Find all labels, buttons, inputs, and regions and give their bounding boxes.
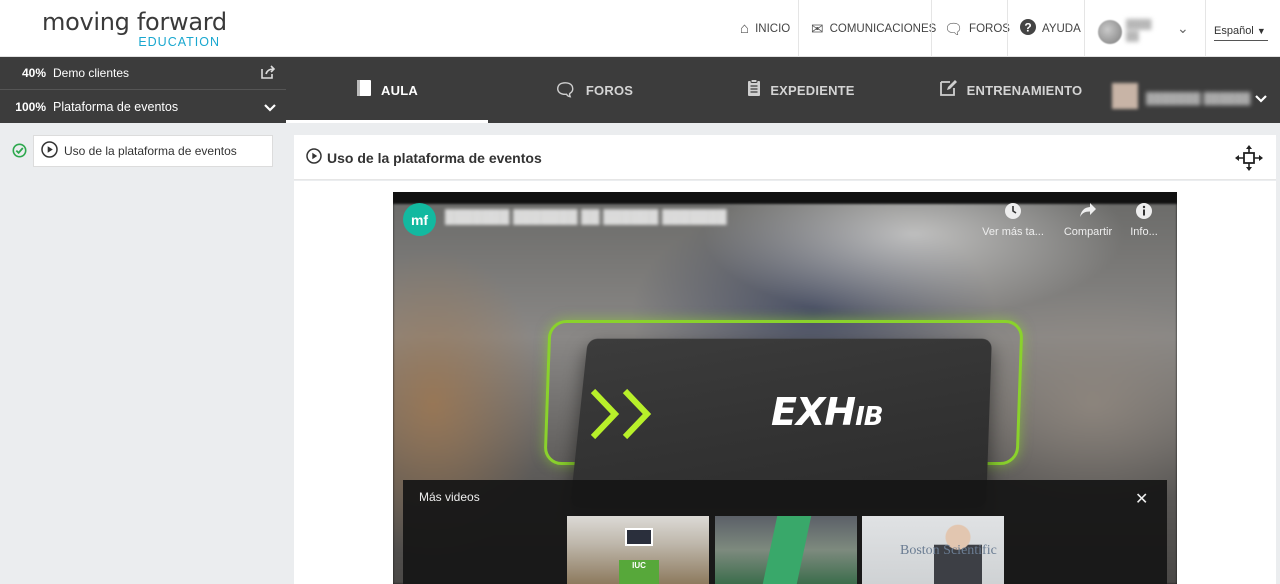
chevron-down-icon[interactable] bbox=[264, 99, 276, 115]
more-videos-panel: Más videos ✕ IUC Boston Scientific bbox=[403, 480, 1167, 584]
exhib-brand-text: EXHIB bbox=[771, 390, 884, 434]
thumbnail-screen bbox=[625, 528, 653, 546]
tab-entrenamiento[interactable]: ENTRENAMIENTO bbox=[906, 57, 1116, 123]
video-thumbnail[interactable] bbox=[715, 516, 857, 584]
language-value: Español bbox=[1214, 25, 1254, 37]
channel-logo[interactable]: mf bbox=[403, 203, 436, 236]
info-button[interactable]: Info... bbox=[1109, 202, 1177, 238]
lesson-item[interactable]: Uso de la plataforma de eventos bbox=[33, 135, 273, 167]
play-circle-icon bbox=[306, 148, 322, 167]
thumbnail-lane bbox=[762, 516, 812, 584]
edit-icon bbox=[939, 79, 958, 101]
course-tabs: AULA 🗨 FOROS EXPEDIENTE ENTRENAMIENTO ██… bbox=[286, 57, 1280, 123]
logo-main-text: moving forward bbox=[42, 8, 227, 36]
language-selector[interactable]: Español ▼ bbox=[1205, 0, 1280, 57]
clipboard-icon bbox=[747, 78, 761, 102]
nav-foros-label: FOROS bbox=[969, 22, 1010, 35]
progress-label: Demo clientes bbox=[53, 66, 130, 80]
nav-inicio[interactable]: ⌂ INICIO bbox=[728, 0, 802, 57]
content-header: Uso de la plataforma de eventos bbox=[294, 135, 1276, 180]
nav-comunicaciones-label: COMUNICACIONES bbox=[829, 22, 937, 35]
book-icon bbox=[356, 79, 372, 102]
brand-logo[interactable]: moving forward EDUCATION bbox=[42, 8, 232, 52]
nav-ayuda[interactable]: ? AYUDA bbox=[1007, 0, 1093, 57]
fullscreen-icon[interactable] bbox=[1234, 145, 1264, 171]
clock-icon bbox=[978, 202, 1048, 220]
info-icon bbox=[1109, 202, 1177, 220]
progress-percent: 40% bbox=[21, 66, 46, 80]
progress-row-demo[interactable]: 40% Demo clientes bbox=[0, 57, 286, 90]
svg-text:?: ? bbox=[1024, 20, 1031, 34]
course-progress-panel: 40% Demo clientes 100% Plataforma de eve… bbox=[0, 57, 286, 123]
language-select[interactable]: Español ▼ bbox=[1214, 25, 1268, 41]
user-name-blurred: ████ ██ bbox=[1126, 19, 1152, 41]
watch-later-label: Ver más ta... bbox=[982, 226, 1044, 238]
close-icon[interactable]: ✕ bbox=[1135, 489, 1148, 509]
nav-ayuda-label: AYUDA bbox=[1042, 22, 1081, 35]
thumbnail-text: Boston Scientific bbox=[900, 543, 997, 558]
exhib-brand-small: IB bbox=[855, 402, 883, 432]
logo-sub-text: EDUCATION bbox=[138, 35, 220, 49]
double-chevron-right-icon bbox=[589, 387, 659, 442]
watch-later-button[interactable]: Ver más ta... bbox=[978, 202, 1048, 238]
chevron-down-icon bbox=[1255, 90, 1267, 106]
thumbnail-text: IUC bbox=[632, 561, 646, 570]
tab-foros-label: FOROS bbox=[585, 82, 634, 98]
progress-label: Plataforma de eventos bbox=[53, 99, 179, 114]
channel-logo-text: mf bbox=[410, 211, 429, 228]
progress-row-plataforma[interactable]: 100% Plataforma de eventos bbox=[0, 90, 286, 123]
tab-entrenamiento-label: ENTRENAMIENTO bbox=[966, 82, 1083, 98]
play-circle-icon bbox=[41, 141, 58, 161]
thumbnail-desk: IUC bbox=[619, 560, 659, 584]
video-player[interactable]: mf ███████ ███████ ██ ██████ ███████ Ver… bbox=[393, 192, 1177, 584]
video-title-blurred[interactable]: ███████ ███████ ██ ██████ ███████ bbox=[445, 209, 727, 224]
video-thumbnail[interactable]: IUC bbox=[567, 516, 709, 584]
share-label: Compartir bbox=[1063, 226, 1113, 238]
progress-percent: 100% bbox=[15, 99, 46, 114]
tab-user-menu[interactable]: ███████ ██████ bbox=[1112, 57, 1280, 123]
avatar bbox=[1112, 83, 1138, 109]
chevron-down-icon: ⌄ bbox=[1177, 20, 1189, 36]
lesson-label: Uso de la plataforma de eventos bbox=[64, 144, 237, 158]
exhib-brand-main: EXH bbox=[771, 390, 856, 434]
user-name-blurred: ███████ ██████ bbox=[1146, 93, 1251, 105]
nav-inicio-label: INICIO bbox=[755, 22, 791, 35]
comments-icon: 🗨 bbox=[944, 20, 964, 38]
question-circle-icon: ? bbox=[1020, 18, 1036, 39]
more-videos-title: Más videos bbox=[419, 490, 480, 504]
page-title-text: Uso de la plataforma de eventos bbox=[327, 149, 542, 166]
home-icon: ⌂ bbox=[740, 20, 750, 37]
tab-aula-label: AULA bbox=[381, 82, 418, 98]
video-thumbnail[interactable]: Boston Scientific bbox=[862, 516, 1004, 584]
tab-aula[interactable]: AULA bbox=[286, 57, 488, 123]
tab-expediente-label: EXPEDIENTE bbox=[770, 82, 855, 98]
info-label: Info... bbox=[1130, 226, 1158, 238]
chevron-down-icon: ▼ bbox=[1256, 26, 1266, 36]
envelope-icon: ✉ bbox=[811, 20, 824, 38]
external-link-icon[interactable] bbox=[260, 64, 276, 82]
nav-comunicaciones[interactable]: ✉ COMUNICACIONES bbox=[798, 0, 948, 57]
avatar bbox=[1098, 20, 1122, 44]
tab-foros[interactable]: 🗨 FOROS bbox=[491, 57, 696, 123]
tab-expediente[interactable]: EXPEDIENTE bbox=[696, 57, 906, 123]
check-circle-icon bbox=[12, 143, 27, 158]
comments-icon: 🗨 bbox=[553, 79, 577, 100]
user-menu[interactable]: ████ ██ ⌄ bbox=[1084, 0, 1205, 57]
top-header: moving forward EDUCATION ⌂ INICIO ✉ COMU… bbox=[0, 0, 1280, 57]
page-title: Uso de la plataforma de eventos bbox=[306, 148, 542, 167]
